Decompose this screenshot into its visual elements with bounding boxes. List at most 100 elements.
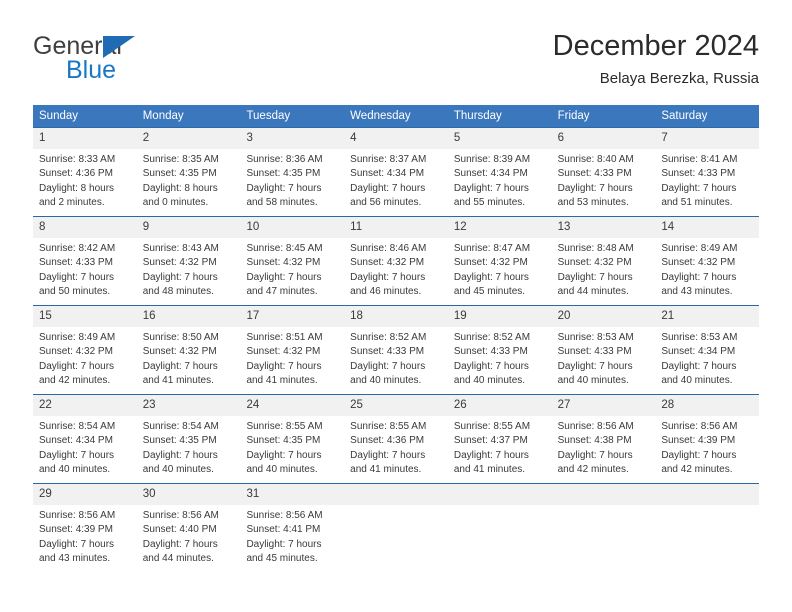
daylight-text-line2: and 53 minutes. xyxy=(557,196,629,208)
daylight-text-line1: Daylight: 7 hours xyxy=(557,182,633,194)
day-cell[interactable]: 7 Sunrise: 8:41 AM Sunset: 4:33 PM Dayli… xyxy=(655,128,760,216)
day-number: 11 xyxy=(344,217,448,238)
day-cell[interactable]: 10 Sunrise: 8:45 AM Sunset: 4:32 PM Dayl… xyxy=(240,217,345,305)
day-cell[interactable]: 26 Sunrise: 8:55 AM Sunset: 4:37 PM Dayl… xyxy=(447,395,552,483)
title-block: December 2024 Belaya Berezka, Russia xyxy=(553,28,759,90)
day-cell[interactable]: 3 Sunrise: 8:36 AM Sunset: 4:35 PM Dayli… xyxy=(240,128,345,216)
week-row: 22 Sunrise: 8:54 AM Sunset: 4:34 PM Dayl… xyxy=(33,394,760,483)
day-cell[interactable]: 5 Sunrise: 8:39 AM Sunset: 4:34 PM Dayli… xyxy=(447,128,552,216)
day-cell[interactable]: 15 Sunrise: 8:49 AM Sunset: 4:32 PM Dayl… xyxy=(33,306,137,394)
day-cell[interactable]: 31 Sunrise: 8:56 AM Sunset: 4:41 PM Dayl… xyxy=(240,484,345,572)
day-info: Sunrise: 8:55 AM Sunset: 4:37 PM Dayligh… xyxy=(448,416,552,477)
daylight-text-line2: and 40 minutes. xyxy=(142,463,214,475)
page-header: General Blue December 2024 Belaya Berezk… xyxy=(33,28,759,98)
sunset-text: Sunset: 4:33 PM xyxy=(453,346,528,358)
weekday-header-wednesday: Wednesday xyxy=(350,110,411,122)
day-info: Sunrise: 8:48 AM Sunset: 4:32 PM Dayligh… xyxy=(552,238,656,299)
logo-text-blue: Blue xyxy=(66,56,117,84)
daylight-text-line2: and 0 minutes. xyxy=(142,196,209,208)
day-info: Sunrise: 8:49 AM Sunset: 4:32 PM Dayligh… xyxy=(33,327,137,388)
daylight-text-line2: and 47 minutes. xyxy=(246,285,318,297)
day-cell[interactable]: 23 Sunrise: 8:54 AM Sunset: 4:35 PM Dayl… xyxy=(136,395,241,483)
sunset-text: Sunset: 4:32 PM xyxy=(246,346,321,358)
day-number: 9 xyxy=(136,217,241,238)
sunrise-text: Sunrise: 8:39 AM xyxy=(453,154,531,165)
day-cell[interactable]: 14 Sunrise: 8:49 AM Sunset: 4:32 PM Dayl… xyxy=(655,217,760,305)
sunrise-text: Sunrise: 8:56 AM xyxy=(557,421,634,432)
day-number: 15 xyxy=(33,306,137,327)
daylight-text-line2: and 55 minutes. xyxy=(453,196,526,208)
sunrise-text: Sunrise: 8:56 AM xyxy=(246,510,323,521)
day-info: Sunrise: 8:55 AM Sunset: 4:36 PM Dayligh… xyxy=(344,416,448,477)
day-info: Sunrise: 8:41 AM Sunset: 4:33 PM Dayligh… xyxy=(655,149,759,210)
daylight-text-line1: Daylight: 7 hours xyxy=(350,182,426,194)
sunset-text: Sunset: 4:32 PM xyxy=(453,257,528,269)
day-cell[interactable]: 25 Sunrise: 8:55 AM Sunset: 4:36 PM Dayl… xyxy=(344,395,448,483)
day-cell[interactable]: 29 Sunrise: 8:56 AM Sunset: 4:39 PM Dayl… xyxy=(33,484,137,572)
daylight-text-line2: and 45 minutes. xyxy=(453,285,526,297)
daylight-text-line1: Daylight: 8 hours xyxy=(39,182,115,194)
day-cell[interactable]: 13 Sunrise: 8:48 AM Sunset: 4:32 PM Dayl… xyxy=(551,217,656,305)
sunrise-text: Sunrise: 8:56 AM xyxy=(661,421,738,432)
sunrise-text: Sunrise: 8:54 AM xyxy=(39,421,116,432)
daylight-text-line1: Daylight: 7 hours xyxy=(661,182,737,194)
day-cell[interactable]: 16 Sunrise: 8:50 AM Sunset: 4:32 PM Dayl… xyxy=(136,306,241,394)
day-info: Sunrise: 8:49 AM Sunset: 4:32 PM Dayligh… xyxy=(655,238,759,299)
day-cell[interactable]: 6 Sunrise: 8:40 AM Sunset: 4:33 PM Dayli… xyxy=(551,128,656,216)
day-number xyxy=(551,484,656,505)
daylight-text-line2: and 41 minutes. xyxy=(142,374,214,386)
day-info: Sunrise: 8:37 AM Sunset: 4:34 PM Dayligh… xyxy=(344,149,448,210)
sunrise-text: Sunrise: 8:55 AM xyxy=(453,421,531,432)
day-number: 5 xyxy=(447,128,552,149)
day-cell[interactable]: 4 Sunrise: 8:37 AM Sunset: 4:34 PM Dayli… xyxy=(344,128,448,216)
sunrise-text: Sunrise: 8:37 AM xyxy=(350,154,427,165)
day-cell[interactable]: 30 Sunrise: 8:56 AM Sunset: 4:40 PM Dayl… xyxy=(136,484,241,572)
week-row: 1 Sunrise: 8:33 AM Sunset: 4:36 PM Dayli… xyxy=(33,127,760,216)
calendar-grid: Sunday Monday Tuesday Wednesday Thursday… xyxy=(33,105,760,572)
day-cell[interactable]: 17 Sunrise: 8:51 AM Sunset: 4:32 PM Dayl… xyxy=(240,306,345,394)
day-cell[interactable]: 28 Sunrise: 8:56 AM Sunset: 4:39 PM Dayl… xyxy=(655,395,760,483)
day-cell[interactable]: 1 Sunrise: 8:33 AM Sunset: 4:36 PM Dayli… xyxy=(33,128,137,216)
general-blue-logo[interactable]: General Blue xyxy=(33,32,243,90)
day-cell[interactable]: 12 Sunrise: 8:47 AM Sunset: 4:32 PM Dayl… xyxy=(447,217,552,305)
day-cell[interactable]: 11 Sunrise: 8:46 AM Sunset: 4:32 PM Dayl… xyxy=(344,217,448,305)
day-info: Sunrise: 8:52 AM Sunset: 4:33 PM Dayligh… xyxy=(344,327,448,388)
day-cell[interactable]: 24 Sunrise: 8:55 AM Sunset: 4:35 PM Dayl… xyxy=(240,395,345,483)
sunrise-text: Sunrise: 8:52 AM xyxy=(350,332,427,343)
daylight-text-line2: and 45 minutes. xyxy=(246,552,318,564)
sunset-text: Sunset: 4:41 PM xyxy=(246,524,321,536)
day-number: 7 xyxy=(655,128,760,149)
day-cell[interactable]: 22 Sunrise: 8:54 AM Sunset: 4:34 PM Dayl… xyxy=(33,395,137,483)
daylight-text-line2: and 44 minutes. xyxy=(557,285,629,297)
weekday-header-sunday: Sunday xyxy=(39,110,79,122)
day-cell[interactable]: 9 Sunrise: 8:43 AM Sunset: 4:32 PM Dayli… xyxy=(136,217,241,305)
sunset-text: Sunset: 4:32 PM xyxy=(350,257,425,269)
day-number: 4 xyxy=(344,128,448,149)
daylight-text-line2: and 41 minutes. xyxy=(453,463,526,475)
daylight-text-line1: Daylight: 7 hours xyxy=(557,449,633,461)
day-number: 19 xyxy=(447,306,552,327)
day-number: 26 xyxy=(447,395,552,416)
day-cell[interactable]: 21 Sunrise: 8:53 AM Sunset: 4:34 PM Dayl… xyxy=(655,306,760,394)
sunrise-text: Sunrise: 8:55 AM xyxy=(350,421,427,432)
daylight-text-line2: and 44 minutes. xyxy=(142,552,214,564)
day-cell[interactable]: 8 Sunrise: 8:42 AM Sunset: 4:33 PM Dayli… xyxy=(33,217,137,305)
sunrise-text: Sunrise: 8:52 AM xyxy=(453,332,531,343)
day-cell[interactable]: 19 Sunrise: 8:52 AM Sunset: 4:33 PM Dayl… xyxy=(447,306,552,394)
day-cell-empty xyxy=(551,484,656,572)
day-cell[interactable]: 2 Sunrise: 8:35 AM Sunset: 4:35 PM Dayli… xyxy=(136,128,241,216)
day-number: 18 xyxy=(344,306,448,327)
daylight-text-line2: and 42 minutes. xyxy=(39,374,111,386)
sunset-text: Sunset: 4:39 PM xyxy=(39,524,113,536)
day-cell[interactable]: 18 Sunrise: 8:52 AM Sunset: 4:33 PM Dayl… xyxy=(344,306,448,394)
daylight-text-line2: and 56 minutes. xyxy=(350,196,422,208)
daylight-text-line2: and 46 minutes. xyxy=(350,285,422,297)
day-cell[interactable]: 27 Sunrise: 8:56 AM Sunset: 4:38 PM Dayl… xyxy=(551,395,656,483)
sunrise-text: Sunrise: 8:53 AM xyxy=(557,332,634,343)
week-row: 15 Sunrise: 8:49 AM Sunset: 4:32 PM Dayl… xyxy=(33,305,760,394)
sunrise-text: Sunrise: 8:41 AM xyxy=(661,154,738,165)
sunrise-text: Sunrise: 8:35 AM xyxy=(142,154,219,165)
day-cell[interactable]: 20 Sunrise: 8:53 AM Sunset: 4:33 PM Dayl… xyxy=(551,306,656,394)
daylight-text-line2: and 40 minutes. xyxy=(661,374,733,386)
daylight-text-line2: and 42 minutes. xyxy=(661,463,733,475)
